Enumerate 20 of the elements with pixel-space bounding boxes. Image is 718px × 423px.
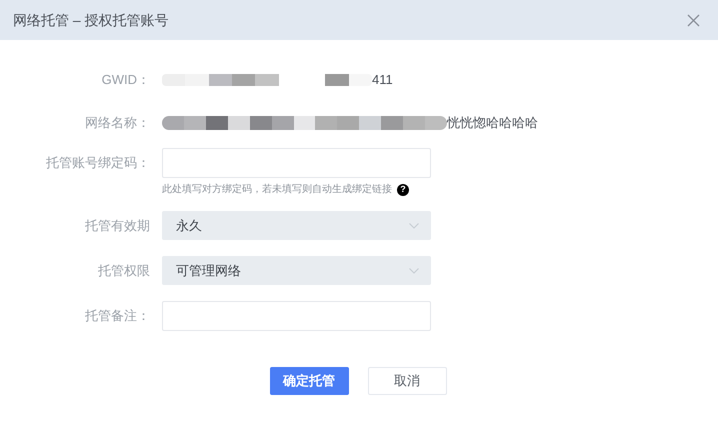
field-label: GWID： <box>100 71 150 89</box>
input-field[interactable] <box>162 301 431 331</box>
confirm-button[interactable]: 确定托管 <box>270 367 348 395</box>
cancel-button[interactable]: 取消 <box>368 367 446 395</box>
field-label: 托管权限 <box>97 262 150 280</box>
window-title: 网络托管 – 授权托管账号 <box>13 10 169 30</box>
field-label: 托管账号绑定码： <box>45 154 150 172</box>
field-label: 网络名称： <box>84 114 150 132</box>
dropdown[interactable]: 可管理网络 <box>162 256 431 285</box>
chevron-down-icon <box>409 222 419 228</box>
field-value: 恍恍惚哈哈哈哈 <box>447 114 538 132</box>
input-field[interactable] <box>162 148 431 178</box>
field-value: 411 <box>372 71 393 89</box>
help-icon[interactable]: ? <box>397 184 409 196</box>
hint-text: 此处填写对方绑定码，若未填写则自动生成绑定链接 <box>162 182 392 197</box>
field-label: 托管有效期 <box>84 217 150 235</box>
chevron-down-icon <box>409 268 419 274</box>
dropdown[interactable]: 永久 <box>162 211 431 240</box>
close-icon[interactable] <box>687 14 700 26</box>
field-label: 托管备注： <box>84 307 150 325</box>
